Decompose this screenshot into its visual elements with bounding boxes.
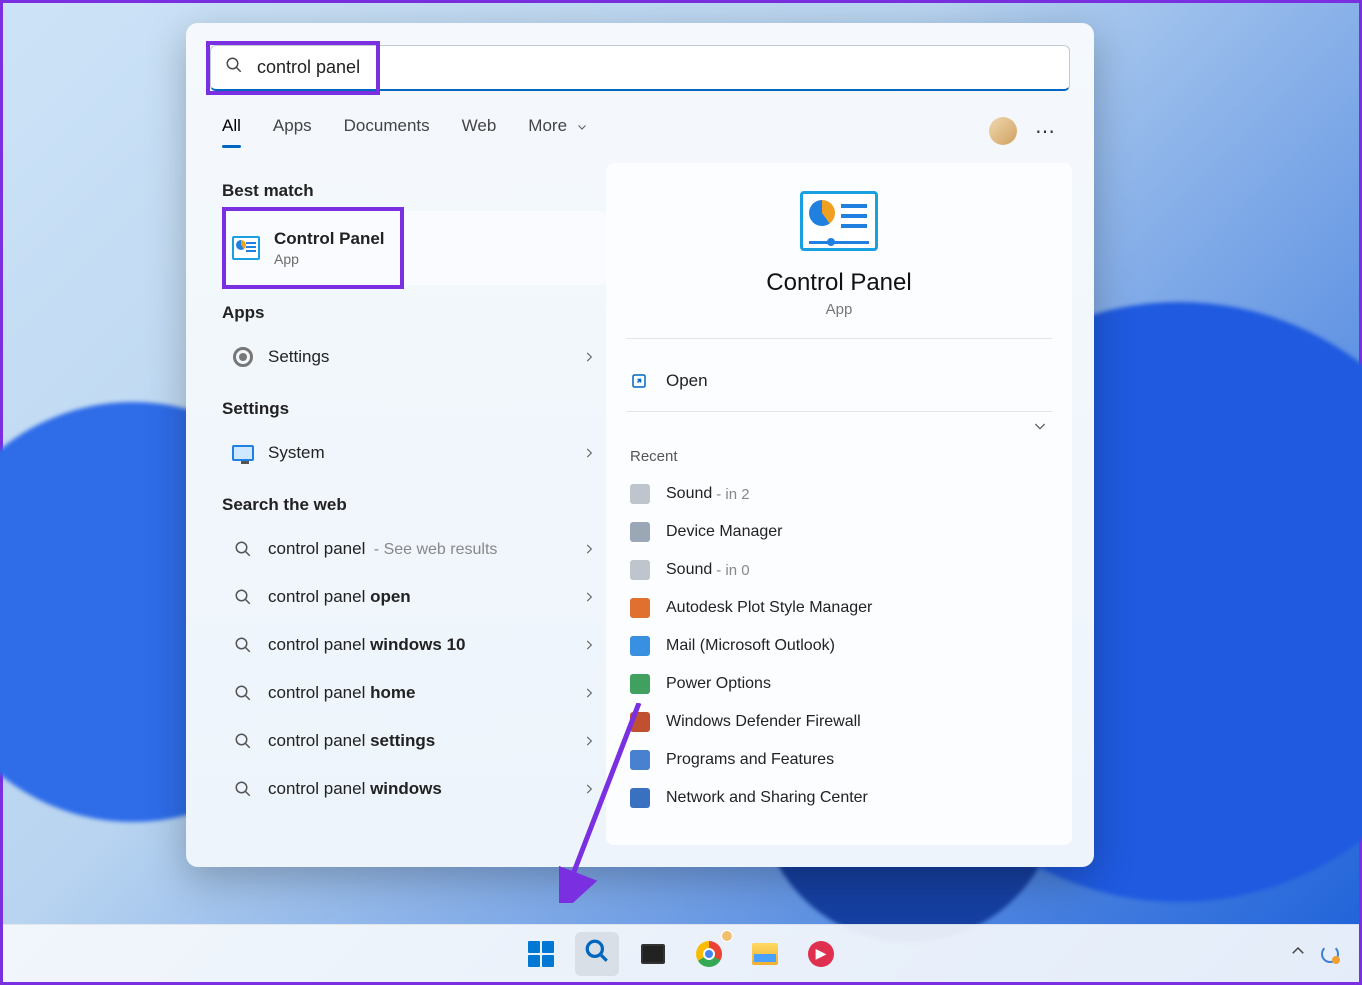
search-input[interactable]: [257, 57, 1055, 78]
filter-tab-documents[interactable]: Documents: [344, 116, 430, 146]
chevron-right-icon: [582, 782, 596, 796]
section-settings: Settings: [222, 399, 606, 419]
result-web-3[interactable]: control panel home: [222, 669, 606, 717]
recent-item-6[interactable]: Windows Defender Firewall: [630, 703, 1048, 741]
recent-item-4[interactable]: Mail (Microsoft Outlook): [630, 627, 1048, 665]
section-web: Search the web: [222, 495, 606, 515]
filter-tab-apps[interactable]: Apps: [273, 116, 312, 146]
taskbar-app-button[interactable]: ▶: [799, 932, 843, 976]
taskbar-explorer-button[interactable]: [743, 932, 787, 976]
taskbar-start-button[interactable]: [519, 932, 563, 976]
recent-item-icon: [630, 560, 650, 580]
preview-card: Control Panel App Open Recent Sound - in…: [606, 163, 1072, 845]
search-icon: [584, 938, 610, 969]
search-icon: [225, 56, 243, 79]
section-apps: Apps: [222, 303, 606, 323]
results-column: Best match Control Panel App Apps Settin…: [186, 163, 606, 845]
app-icon: ▶: [808, 941, 834, 967]
recent-item-1[interactable]: Device Manager: [630, 513, 1048, 551]
taskbar-taskview-button[interactable]: [631, 932, 675, 976]
system-tray: [1289, 942, 1339, 965]
preview-expand-toggle[interactable]: [630, 418, 1048, 434]
result-web-0[interactable]: control panel - See web results: [222, 525, 606, 573]
recent-item-8[interactable]: Network and Sharing Center: [630, 779, 1048, 817]
control-panel-icon: [232, 234, 260, 262]
recent-item-icon: [630, 522, 650, 542]
result-app-settings[interactable]: Settings: [222, 333, 606, 381]
open-icon: [630, 372, 648, 390]
preview-subtitle: App: [630, 301, 1048, 318]
more-options-button[interactable]: ⋯: [1035, 119, 1058, 144]
search-icon: [232, 538, 254, 560]
search-box[interactable]: [210, 45, 1070, 91]
result-web-1[interactable]: control panel open: [222, 573, 606, 621]
taskbar-search-button[interactable]: [575, 932, 619, 976]
recent-item-icon: [630, 712, 650, 732]
chevron-down-icon: [1032, 418, 1048, 434]
user-avatar[interactable]: [989, 117, 1017, 145]
search-icon: [232, 634, 254, 656]
search-icon: [232, 586, 254, 608]
chevron-up-icon: [1289, 942, 1307, 960]
folder-icon: [752, 943, 778, 965]
chevron-right-icon: [582, 542, 596, 556]
start-search-panel: All Apps Documents Web More ⋯ Best match…: [186, 23, 1094, 867]
taskbar: ▶: [3, 924, 1359, 982]
gear-icon: [232, 346, 254, 368]
filter-tab-more[interactable]: More: [528, 116, 587, 146]
result-web-5[interactable]: control panel windows: [222, 765, 606, 813]
recent-item-icon: [630, 636, 650, 656]
recent-item-5[interactable]: Power Options: [630, 665, 1048, 703]
result-setting-system[interactable]: System: [222, 429, 606, 477]
chevron-right-icon: [582, 686, 596, 700]
filter-row: All Apps Documents Web More ⋯: [222, 111, 1058, 151]
result-web-4[interactable]: control panel settings: [222, 717, 606, 765]
chevron-right-icon: [582, 638, 596, 652]
windows-logo-icon: [528, 941, 554, 967]
recent-item-icon: [630, 598, 650, 618]
filter-tab-all[interactable]: All: [222, 116, 241, 146]
recent-item-2[interactable]: Sound - in 0: [630, 551, 1048, 589]
recent-item-0[interactable]: Sound - in 2: [630, 475, 1048, 513]
chevron-right-icon: [582, 446, 596, 460]
recent-header: Recent: [630, 448, 1048, 465]
chevron-right-icon: [582, 350, 596, 364]
tray-overflow-button[interactable]: [1289, 942, 1307, 965]
chrome-icon: [696, 941, 722, 967]
section-best-match: Best match: [222, 181, 606, 201]
preview-open-action[interactable]: Open: [630, 359, 1048, 403]
taskbar-chrome-button[interactable]: [687, 932, 731, 976]
search-icon: [232, 682, 254, 704]
preview-title: Control Panel: [630, 269, 1048, 297]
result-web-2[interactable]: control panel windows 10: [222, 621, 606, 669]
taskview-icon: [641, 944, 665, 964]
filter-tab-web[interactable]: Web: [462, 116, 497, 146]
search-icon: [232, 778, 254, 800]
notification-badge: [721, 930, 733, 942]
chevron-right-icon: [582, 734, 596, 748]
monitor-icon: [232, 442, 254, 464]
preview-app-icon: [800, 191, 878, 251]
recent-item-7[interactable]: Programs and Features: [630, 741, 1048, 779]
recent-item-icon: [630, 674, 650, 694]
recent-item-3[interactable]: Autodesk Plot Style Manager: [630, 589, 1048, 627]
recent-item-icon: [630, 750, 650, 770]
chevron-down-icon: [576, 121, 588, 133]
search-icon: [232, 730, 254, 752]
tray-sync-icon[interactable]: [1321, 945, 1339, 963]
result-best-control-panel[interactable]: Control Panel App: [222, 211, 606, 285]
chevron-right-icon: [582, 590, 596, 604]
recent-item-icon: [630, 788, 650, 808]
recent-item-icon: [630, 484, 650, 504]
